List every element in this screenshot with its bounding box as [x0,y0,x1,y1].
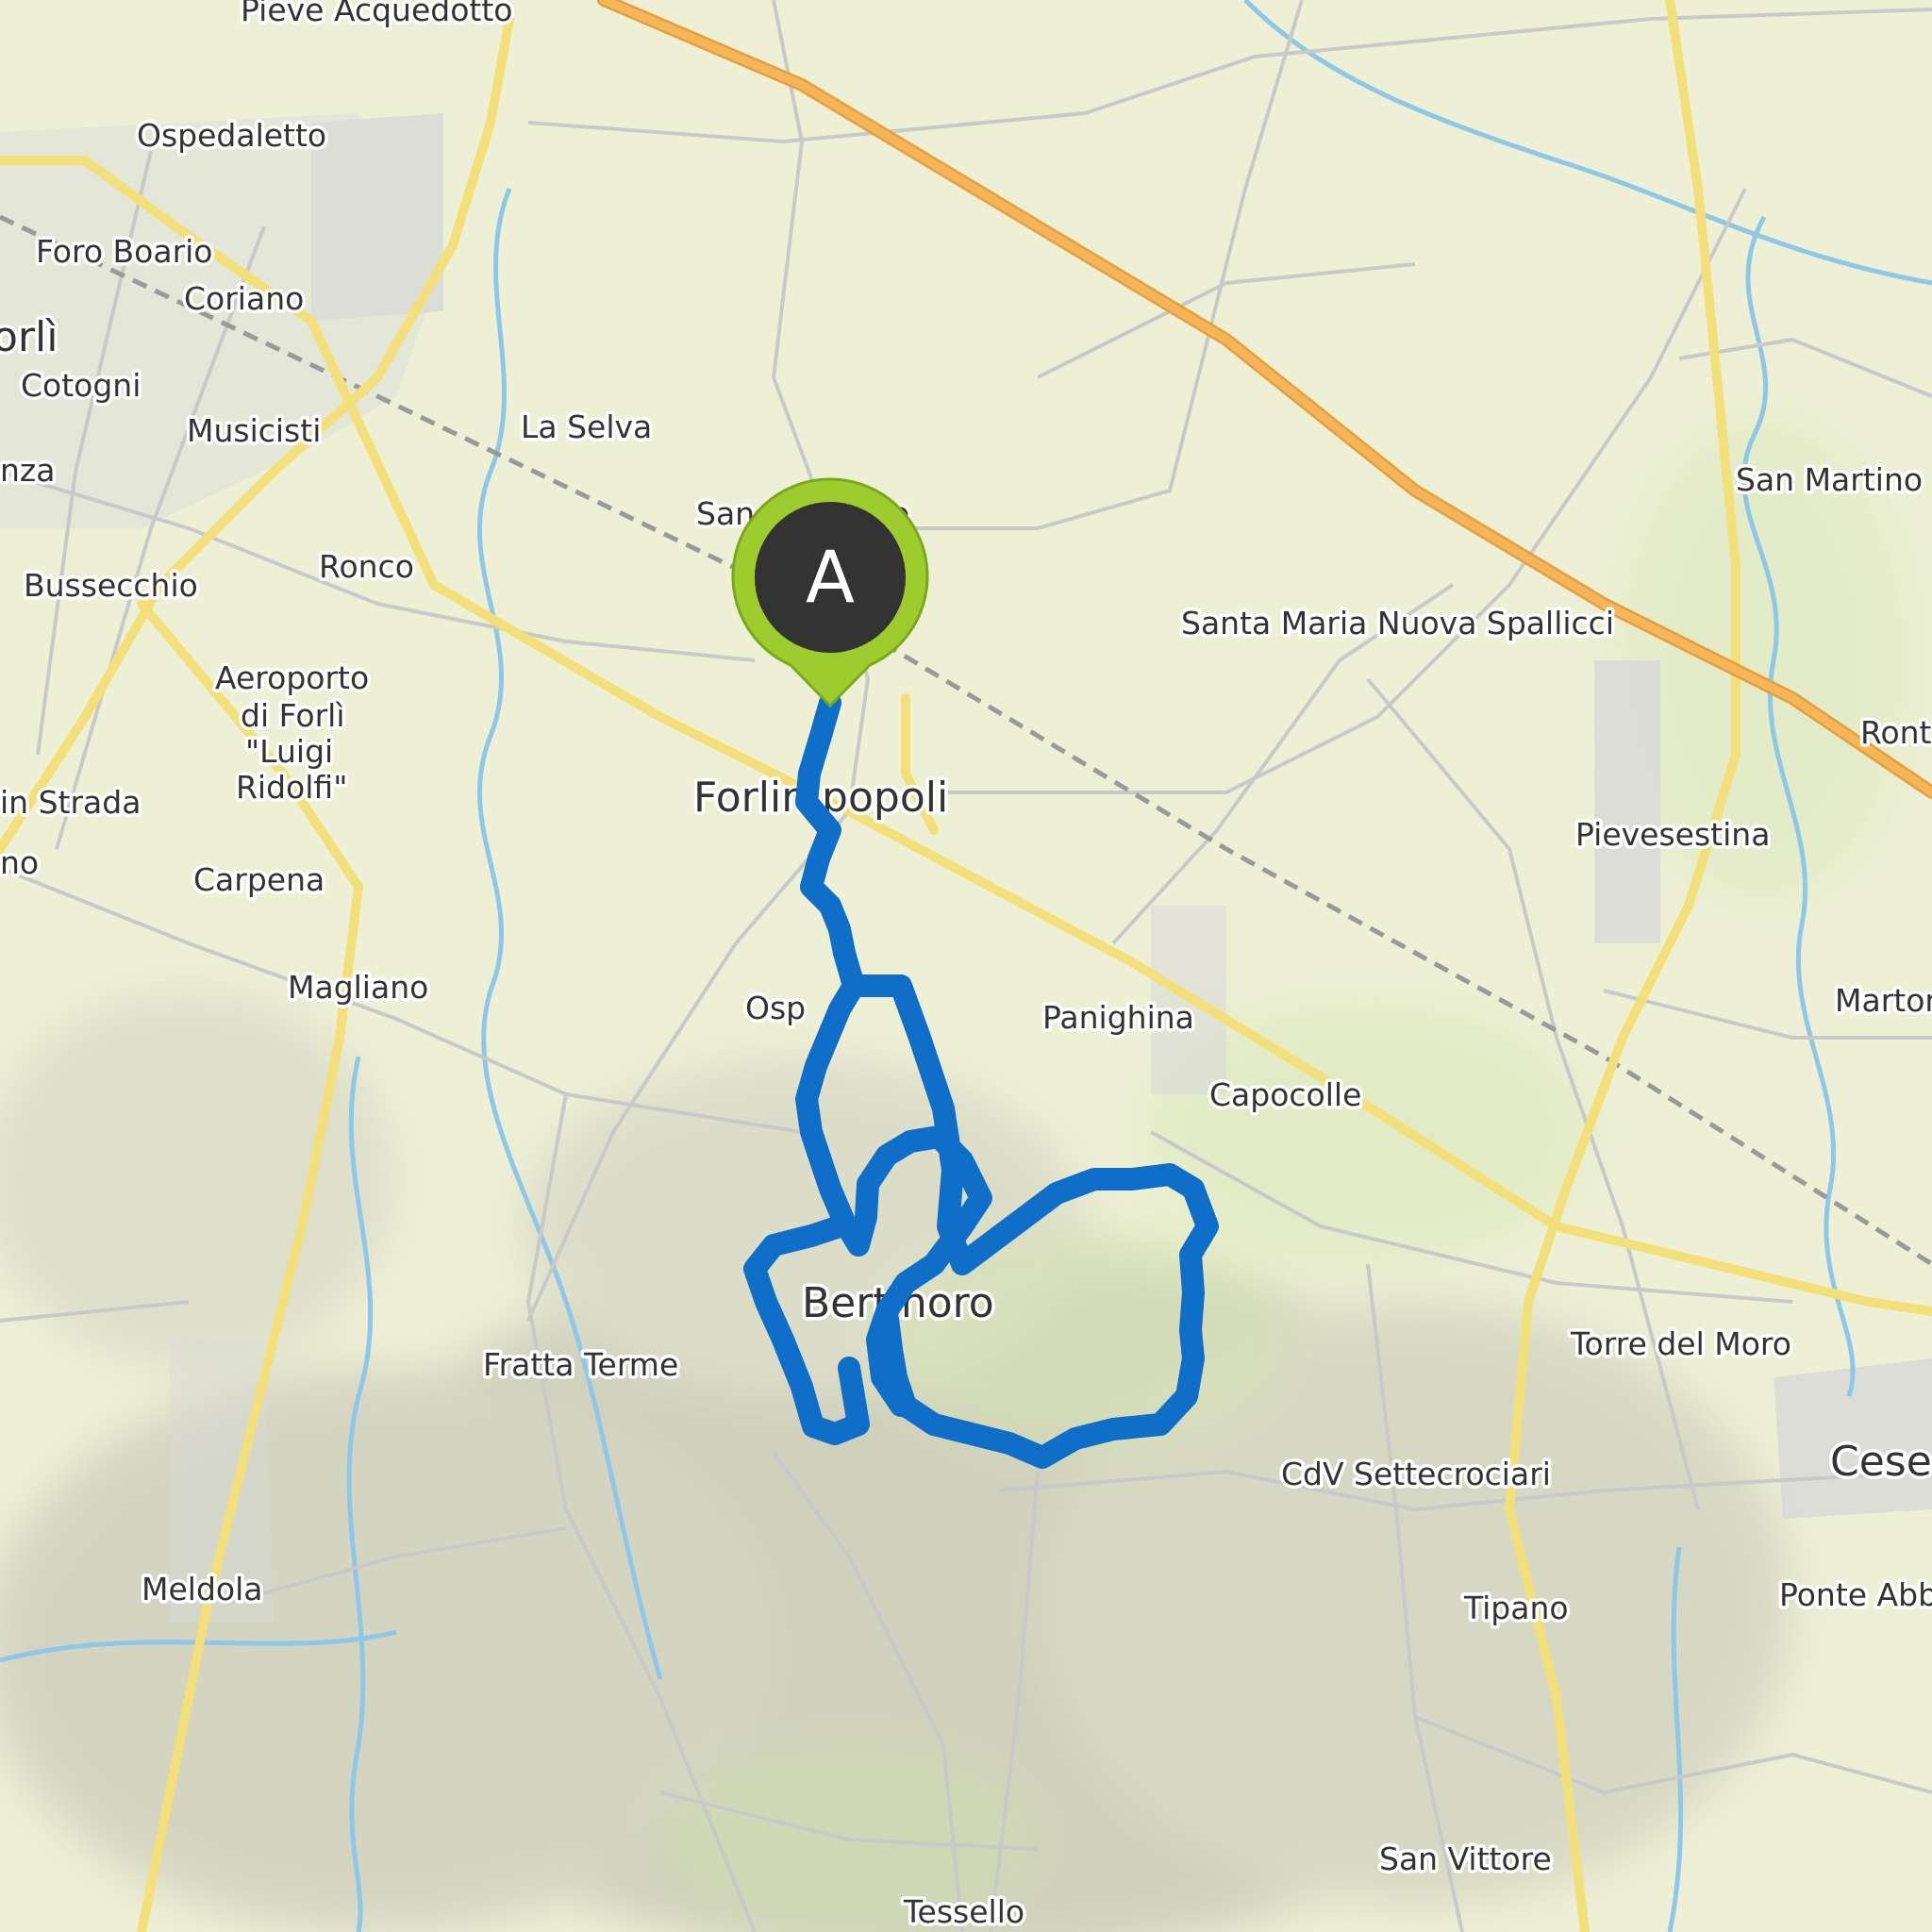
place-label: CdV Settecrociari [1281,1456,1551,1492]
place-label: Cotogni [21,367,141,404]
place-label: Ponte Abb [1779,1576,1932,1613]
place-label: San Vittore [1379,1840,1552,1877]
place-label: Tessello [903,1893,1024,1930]
place-label: La Selva [521,408,652,445]
map-canvas[interactable]: Pieve Acquedotto Ospedaletto Foro Boario… [0,0,1932,1932]
place-label: no [0,844,39,881]
place-label: Magliano [288,969,428,1006]
place-label: in Strada [0,784,141,821]
place-label: Pievesestina [1575,816,1770,853]
place-label: Ospedaletto [137,117,326,154]
place-label: Santa Maria Nuova Spallicci [1181,605,1614,641]
place-label: Ridolfi" [236,769,347,806]
place-label: Cesen [1830,1438,1932,1486]
map-view[interactable]: Pieve Acquedotto Ospedaletto Foro Boario… [0,0,1932,1932]
place-label: Aeroporto [215,659,369,696]
place-label: Meldola [142,1571,262,1607]
place-label: Musicisti [187,412,321,449]
start-marker[interactable]: A [731,477,929,708]
marker-label: A [806,535,855,619]
place-label: Bussecchio [24,567,198,604]
place-label: Pieve Acquedotto [241,0,512,28]
place-label: Marton [1835,982,1932,1019]
place-label: orlì [0,313,58,361]
place-label: Foro Boario [36,233,213,270]
place-label: Torre del Moro [1570,1325,1791,1362]
place-label: Carpena [193,861,325,898]
place-label: nza [0,452,55,489]
place-label: di Forlì [241,697,345,734]
place-label: Osp [745,990,806,1026]
place-label: Capocolle [1209,1076,1361,1113]
place-label: San Martino [1736,461,1923,498]
place-label: Ronco [319,548,414,585]
place-label: Ront [1860,714,1932,751]
place-label: Panighina [1042,999,1194,1036]
place-label: Fratta Terme [483,1346,678,1383]
place-label: Tipano [1463,1590,1569,1626]
place-label: "Luigi [245,733,333,770]
place-label: Coriano [184,280,304,317]
